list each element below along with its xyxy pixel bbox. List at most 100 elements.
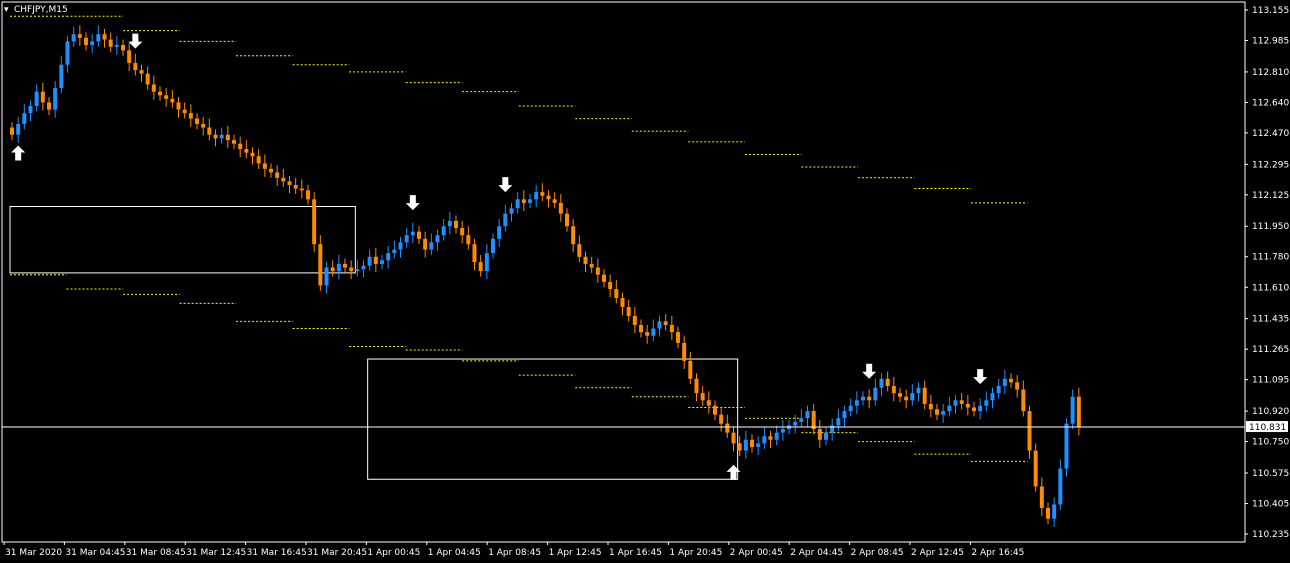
- candle-body: [762, 436, 767, 444]
- candle-body: [589, 263, 594, 268]
- candle-body: [182, 109, 187, 114]
- candle-body: [639, 324, 643, 333]
- candle-body: [16, 123, 21, 135]
- candle-body: [447, 220, 452, 227]
- candle-body: [694, 378, 699, 394]
- y-tick-label: 111.095: [1252, 376, 1289, 386]
- candle-body: [602, 274, 606, 282]
- candle-body: [1046, 507, 1050, 519]
- candle-body: [978, 405, 983, 412]
- candle-body: [121, 44, 125, 51]
- candle-body: [299, 188, 304, 191]
- candle-body: [719, 414, 724, 424]
- candle-body: [40, 91, 45, 103]
- candle-body: [688, 360, 693, 379]
- candle-body: [1033, 450, 1038, 487]
- candle-body: [410, 231, 415, 236]
- y-tick-label: 110.235: [1252, 530, 1289, 540]
- candle-body: [756, 443, 761, 447]
- candle-body: [552, 199, 557, 203]
- candle-body: [336, 263, 341, 272]
- candle-body: [503, 213, 508, 227]
- y-tick-label: 112.470: [1252, 129, 1289, 139]
- candle-body: [842, 411, 847, 419]
- candle-body: [540, 192, 545, 196]
- current-price-badge: 110.831: [1246, 421, 1288, 433]
- candle-body: [608, 281, 613, 290]
- candle-body: [743, 439, 748, 451]
- candle-body: [361, 265, 366, 270]
- candle-body: [731, 432, 736, 444]
- candle-body: [77, 34, 82, 38]
- candle-body: [984, 400, 989, 406]
- candle-body: [515, 199, 520, 209]
- candle-body: [830, 425, 835, 433]
- candle-body: [460, 228, 465, 236]
- candle-body: [423, 238, 428, 250]
- candle-body: [928, 403, 933, 410]
- candle-body: [972, 407, 976, 412]
- candle-body: [990, 393, 995, 401]
- candle-body: [565, 213, 569, 227]
- candle-body: [96, 34, 101, 42]
- candle-body: [398, 242, 403, 250]
- candle-body: [478, 262, 483, 272]
- candle-body: [219, 134, 224, 139]
- candle-body: [706, 400, 711, 406]
- candle-body: [922, 387, 927, 404]
- candle-body: [466, 235, 471, 245]
- candle-body: [207, 127, 212, 135]
- y-tick-label: 112.810: [1252, 68, 1289, 78]
- x-tick-label: 31 Mar 12:45: [186, 548, 246, 558]
- candle-body: [1002, 378, 1007, 386]
- candle-body: [244, 149, 249, 153]
- candle-body: [737, 443, 742, 451]
- candle-body: [898, 393, 902, 397]
- candle-body: [386, 253, 391, 261]
- x-tick-label: 31 Mar 2020: [5, 548, 62, 558]
- candle-body: [509, 208, 514, 214]
- candle-body: [114, 44, 119, 47]
- y-tick-label: 112.640: [1252, 98, 1289, 108]
- candle-body: [164, 95, 169, 99]
- candle-body: [318, 244, 323, 286]
- candle-body: [367, 256, 372, 266]
- candle-body: [1027, 411, 1032, 451]
- x-tick-label: 1 Apr 16:45: [609, 548, 662, 558]
- candle-body: [854, 400, 859, 406]
- y-tick-label: 112.125: [1252, 191, 1289, 201]
- x-tick-label: 2 Apr 08:45: [851, 548, 904, 558]
- chart-title: ▾ CHFJPY,M15: [4, 5, 68, 15]
- candle-body: [417, 231, 421, 239]
- candle-body: [269, 168, 273, 173]
- candle-body: [293, 184, 298, 189]
- candle-body: [287, 181, 292, 185]
- candle-body: [558, 202, 563, 214]
- candle-body: [669, 324, 674, 333]
- candle-body: [682, 342, 687, 361]
- candle-body: [713, 405, 717, 415]
- candle-body: [201, 123, 206, 128]
- candle-body: [700, 393, 705, 401]
- candle-body: [1076, 396, 1081, 428]
- candle-body: [626, 306, 631, 316]
- y-tick-label: 113.155: [1252, 6, 1289, 16]
- candle-body: [343, 263, 347, 268]
- candle-body: [848, 405, 853, 412]
- candle-body: [90, 41, 95, 45]
- candle-body: [151, 84, 156, 92]
- candle-body: [651, 328, 656, 336]
- candle-body: [750, 439, 754, 447]
- menu-icon[interactable]: ▾: [4, 5, 9, 15]
- candle-body: [324, 267, 329, 286]
- y-tick-label: 112.985: [1252, 37, 1289, 47]
- x-tick-label: 1 Apr 08:45: [488, 548, 541, 558]
- candle-body: [188, 113, 193, 119]
- candle-body: [435, 235, 440, 243]
- candle-body: [799, 418, 804, 422]
- candle-body: [213, 134, 218, 139]
- candle-body: [793, 421, 798, 426]
- candle-body: [404, 235, 409, 243]
- candle-body: [158, 91, 162, 96]
- candle-body: [836, 418, 841, 426]
